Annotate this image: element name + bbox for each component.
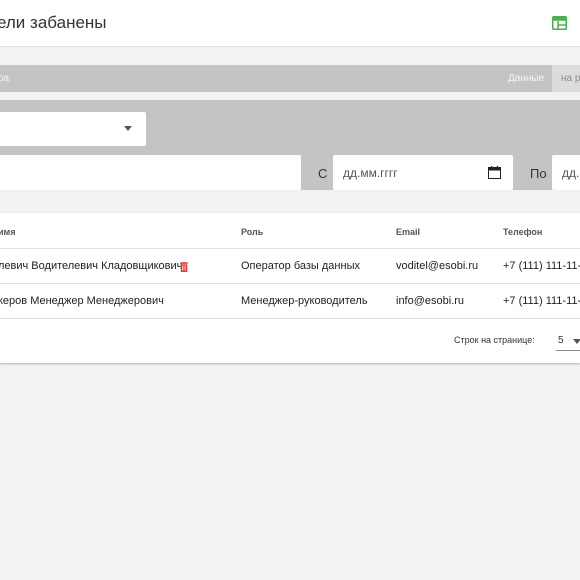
users-table: имя Роль Email Телефон левич Водителевич… (0, 213, 580, 363)
calendar-icon[interactable] (488, 166, 501, 179)
cell-role: Оператор базы данных (241, 260, 360, 272)
rows-per-page-select[interactable]: 5 (556, 331, 580, 351)
search-input[interactable] (0, 155, 301, 190)
row-divider (0, 248, 580, 249)
cell-role: Менеджер-руководитель (241, 295, 368, 307)
column-header-name[interactable]: имя (0, 227, 15, 237)
date-from-label: С (318, 166, 328, 181)
page-title: ели забанены (0, 13, 107, 32)
filter-body: С дд.мм.гггг По дд. (0, 100, 580, 190)
cell-email: info@esobi.ru (396, 295, 465, 307)
data-label[interactable]: Данные (508, 73, 544, 84)
chevron-down-icon (573, 339, 580, 344)
cell-phone: +7 (111) 111-11-1 (503, 295, 580, 307)
rows-per-page-value: 5 (558, 335, 564, 346)
app-header: ели забанены (0, 0, 580, 47)
cell-email: voditel@esobi.ru (396, 260, 479, 272)
column-header-role[interactable]: Роль (241, 227, 263, 237)
date-from-input[interactable]: дд.мм.гггг (333, 155, 513, 190)
filter-tab-label[interactable]: ра (0, 73, 9, 84)
layout-icon[interactable] (552, 16, 567, 30)
cell-name: керов Менеджер Менеджерович (0, 295, 164, 307)
rows-per-page-label: Строк на странице: (454, 335, 535, 345)
row-divider (0, 318, 580, 319)
filter-toolbar: ра Данные на р (0, 65, 580, 92)
column-header-phone[interactable]: Телефон (503, 227, 542, 237)
cell-name: левич Водителевич Кладовщикович (0, 260, 183, 272)
date-tab[interactable]: на р (552, 65, 580, 92)
row-divider (0, 283, 580, 284)
cell-phone: +7 (111) 111-11-1 (503, 260, 580, 272)
date-from-placeholder: дд.мм.гггг (343, 166, 398, 180)
filter-panel: ра Данные на р С дд.мм.гггг По дд. (0, 65, 580, 190)
chevron-down-icon (124, 126, 132, 131)
role-select[interactable] (0, 112, 146, 146)
column-header-email[interactable]: Email (396, 227, 420, 237)
trash-icon[interactable] (180, 262, 188, 272)
date-to-placeholder: дд. (562, 166, 580, 180)
date-to-input[interactable]: дд. (552, 155, 580, 190)
date-to-label: По (530, 166, 547, 181)
